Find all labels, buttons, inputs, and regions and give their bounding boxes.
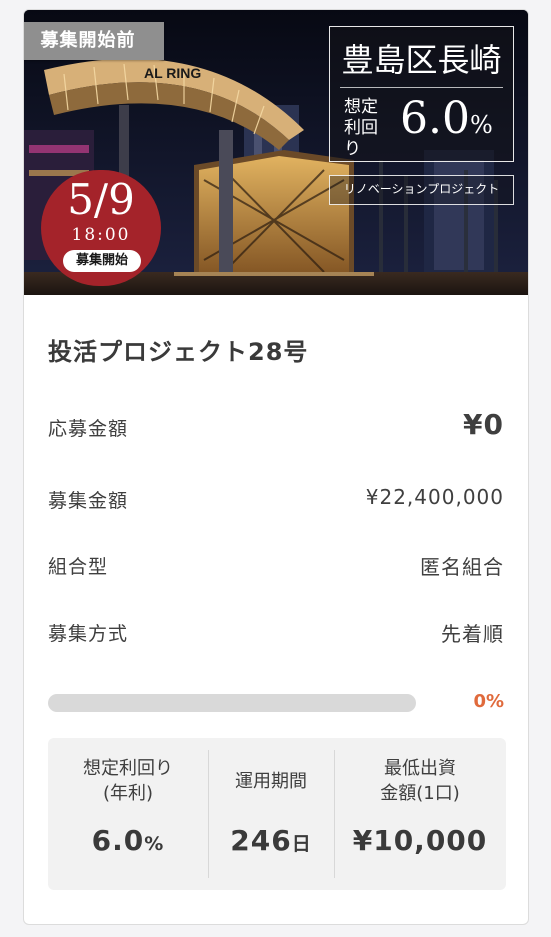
stat-yield-label-line1: 想定利回り [83, 758, 173, 779]
funding-progress-bar [48, 694, 416, 712]
stat-min-investment-label: 最低出資 金額(1口) [334, 756, 506, 806]
stat-period-unit: 日 [291, 833, 312, 855]
location-title: 豊島区長崎 [341, 41, 502, 79]
target-amount-label: 募集金額 [48, 490, 129, 512]
stat-yield-label: 想定利回り (年利) [48, 756, 208, 806]
stat-yield-value: 6.0% [48, 824, 208, 857]
partnership-type-value: 匿名組合 [420, 555, 504, 579]
stat-period-value: 246日 [208, 824, 334, 857]
stat-min-investment-label-line1: 最低出資 [384, 758, 456, 779]
stat-min-investment-label-line2: 金額(1口) [380, 783, 460, 804]
start-time: 18:00 [71, 225, 131, 245]
stat-yield-unit: % [144, 833, 165, 855]
start-label: 募集開始 [63, 250, 141, 272]
image-yield-number: 6.0 [400, 93, 470, 144]
applied-amount-value: ¥0 [463, 408, 504, 441]
image-yield-unit: % [469, 111, 493, 139]
status-badge: 募集開始前 [24, 22, 164, 60]
stat-min-investment-value: ¥10,000 [334, 824, 506, 857]
project-image: AL RING 募集開始前 豊島区長崎 想定 利回り 6.0% リノベーションプ… [24, 10, 528, 295]
image-yield-value: 6.0% [400, 93, 493, 151]
project-card[interactable]: AL RING 募集開始前 豊島区長崎 想定 利回り 6.0% リノベーションプ… [23, 9, 529, 925]
funding-progress-percent: 0% [473, 691, 504, 712]
stat-min-investment: 最低出資 金額(1口) ¥10,000 [334, 738, 506, 890]
partnership-type-label: 組合型 [48, 556, 109, 578]
stat-yield-label-line2: (年利) [102, 783, 154, 804]
applied-amount-label: 応募金額 [48, 418, 129, 440]
stat-period-number: 246 [230, 824, 292, 857]
stats-panel: 想定利回り (年利) 6.0% 運用期間 246日 最低出資 金額(1口) ¥1… [48, 738, 506, 890]
image-yield-label-line1: 想定 [344, 97, 378, 117]
location-box: 豊島区長崎 想定 利回り 6.0% [329, 26, 514, 162]
target-amount-value: ¥22,400,000 [365, 485, 504, 509]
sign-text: AL RING [144, 65, 201, 81]
stat-yield: 想定利回り (年利) 6.0% [48, 738, 208, 890]
project-title[interactable]: 投活プロジェクト28号 [48, 332, 308, 367]
stat-period: 運用期間 246日 [208, 738, 334, 890]
image-yield-label: 想定 利回り [344, 97, 394, 160]
image-yield-label-line2: 利回り [344, 118, 378, 159]
project-subtitle: リノベーションプロジェクト [329, 175, 514, 205]
start-date-badge: 5/9 18:00 募集開始 [41, 170, 161, 286]
start-date: 5/9 [67, 175, 135, 224]
location-divider [340, 87, 503, 88]
stat-min-investment-number: ¥10,000 [352, 824, 488, 857]
stat-yield-number: 6.0 [91, 824, 145, 857]
stat-period-label: 運用期間 [235, 771, 307, 792]
offering-method-label: 募集方式 [48, 623, 129, 645]
offering-method-value: 先着順 [441, 622, 504, 646]
